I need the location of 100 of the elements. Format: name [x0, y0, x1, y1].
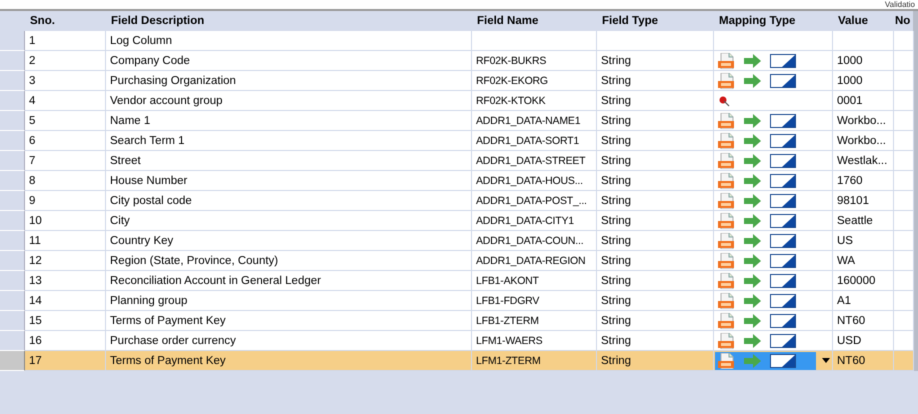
table-cell: 11 [29, 234, 41, 246]
field-box-icon [770, 114, 796, 128]
row-selector[interactable] [0, 331, 25, 351]
right-arrow-icon [744, 134, 762, 148]
table-cell: String [601, 134, 632, 146]
table-cell: LFB1-ZTERM [476, 314, 539, 326]
table-cell: 1760 [837, 174, 863, 186]
field-box-icon [770, 234, 796, 248]
field-box-icon [770, 54, 796, 68]
field-box-icon [770, 154, 796, 168]
xml-file-icon [718, 132, 736, 148]
table-cell: ADDR1_DATA-CITY1 [476, 214, 574, 226]
right-arrow-icon [744, 74, 762, 88]
table-row[interactable]: 13 Reconciliation Account in General Ledger LFB1-AKONT String 160000 [0, 271, 913, 291]
table-cell: 17 [29, 354, 42, 366]
table-cell: Region (State, Province, County) [110, 254, 278, 266]
row-selector[interactable] [0, 251, 25, 271]
xml-file-icon [718, 232, 736, 248]
xml-file-icon [718, 212, 736, 228]
column-header[interactable]: Mapping Type [713, 11, 832, 31]
row-selector[interactable] [0, 131, 25, 151]
table-cell: RF02K-EKORG [476, 74, 548, 86]
table-cell: RF02K-BUKRS [476, 54, 546, 66]
table-cell: Name 1 [110, 114, 150, 126]
row-selector[interactable] [0, 31, 25, 51]
table-row[interactable]: 3 Purchasing Organization RF02K-EKORG String 1000 [0, 71, 913, 91]
table-row[interactable]: 5 Name 1 ADDR1_DATA-NAME1 String Workbo... [0, 111, 913, 131]
table-row[interactable]: 17 Terms of Payment Key LFM1-ZTERM String NT60 [0, 351, 913, 371]
table-cell: ADDR1_DATA-REGION [476, 254, 586, 266]
table-row[interactable]: 16 Purchase order currency LFM1-WAERS String USD [0, 331, 913, 351]
table-cell: 3 [29, 74, 36, 86]
field-box-icon [770, 194, 796, 208]
table-cell: Workbo... [837, 134, 886, 146]
table-cell: 1000 [837, 54, 863, 66]
right-arrow-icon [744, 194, 762, 208]
row-selector[interactable] [0, 231, 25, 251]
table-row[interactable]: 6 Search Term 1 ADDR1_DATA-SORT1 String Workbo... [0, 131, 913, 151]
row-selector[interactable] [0, 211, 25, 231]
table-cell: Purchase order currency [110, 334, 236, 346]
field-box-icon [770, 354, 796, 368]
dropdown-caret-icon[interactable] [822, 358, 830, 363]
row-selector[interactable] [0, 191, 25, 211]
table-cell: String [601, 114, 632, 126]
column-header[interactable]: Field Name [471, 11, 596, 31]
column-header[interactable]: No [893, 11, 913, 31]
row-selector[interactable] [0, 271, 25, 291]
table-row[interactable]: 9 City postal code ADDR1_DATA-POST_... String 98101 [0, 191, 913, 211]
right-arrow-icon [744, 354, 762, 368]
xml-file-icon [718, 52, 736, 68]
column-header[interactable]: Sno. [24, 11, 105, 31]
column-header[interactable]: Value [832, 11, 893, 31]
table-cell: String [601, 354, 632, 366]
row-selector[interactable] [0, 291, 25, 311]
table-row[interactable]: 14 Planning group LFB1-FDGRV String A1 [0, 291, 913, 311]
row-selector[interactable] [0, 91, 25, 111]
xml-file-icon [718, 272, 736, 288]
column-header[interactable]: Field Type [596, 11, 713, 31]
field-box-icon [770, 74, 796, 88]
row-selector[interactable] [0, 151, 25, 171]
table-cell: LFM1-ZTERM [476, 354, 540, 366]
right-arrow-icon [744, 234, 762, 248]
table-cell: 6 [29, 134, 36, 146]
row-selector[interactable] [0, 71, 25, 91]
xml-file-icon [718, 252, 736, 268]
table-row[interactable]: 10 City ADDR1_DATA-CITY1 String Seattle [0, 211, 913, 231]
table-cell: String [601, 234, 632, 246]
row-selector[interactable] [0, 51, 25, 71]
table-row[interactable]: 7 Street ADDR1_DATA-STREET String Westlak... [0, 151, 913, 171]
table-row[interactable]: 2 Company Code RF02K-BUKRS String 1000 [0, 51, 913, 71]
field-box-icon [770, 334, 796, 348]
table-cell: RF02K-KTOKK [476, 94, 546, 106]
right-arrow-icon [744, 154, 762, 168]
table-cell: String [601, 274, 632, 286]
table-cell: 2 [29, 54, 36, 66]
row-selector[interactable] [0, 171, 25, 191]
row-selector[interactable] [0, 311, 25, 331]
table-cell: 7 [29, 154, 36, 166]
right-arrow-icon [744, 174, 762, 188]
right-arrow-icon [744, 334, 762, 348]
table-cell: 15 [29, 314, 42, 326]
table-cell: Westlak... [837, 154, 888, 166]
table-row[interactable]: 12 Region (State, Province, County) ADDR1_DATA-REGION String WA [0, 251, 913, 271]
table-cell: 1000 [837, 74, 863, 86]
pushpin-icon [718, 94, 730, 106]
table-cell: US [837, 234, 853, 246]
table-row[interactable]: 8 House Number ADDR1_DATA-HOUS... String 1760 [0, 171, 913, 191]
row-selector[interactable] [0, 111, 25, 131]
row-selector[interactable] [0, 351, 25, 371]
table-cell: ADDR1_DATA-COUN... [476, 234, 584, 246]
table-row[interactable]: 15 Terms of Payment Key LFB1-ZTERM String NT60 [0, 311, 913, 331]
table-cell: String [601, 94, 632, 106]
table-cell: Company Code [110, 54, 190, 66]
table-cell: Search Term 1 [110, 134, 185, 146]
table-row[interactable]: 1 Log Column [0, 31, 913, 51]
xml-file-icon [718, 112, 736, 128]
table-row[interactable]: 11 Country Key ADDR1_DATA-COUN... String US [0, 231, 913, 251]
column-header[interactable]: Field Description [105, 11, 471, 31]
table-row[interactable]: 4 Vendor account group RF02K-KTOKK String 0001 [0, 91, 913, 111]
xml-file-icon [718, 352, 736, 368]
table-cell: ADDR1_DATA-SORT1 [476, 134, 579, 146]
